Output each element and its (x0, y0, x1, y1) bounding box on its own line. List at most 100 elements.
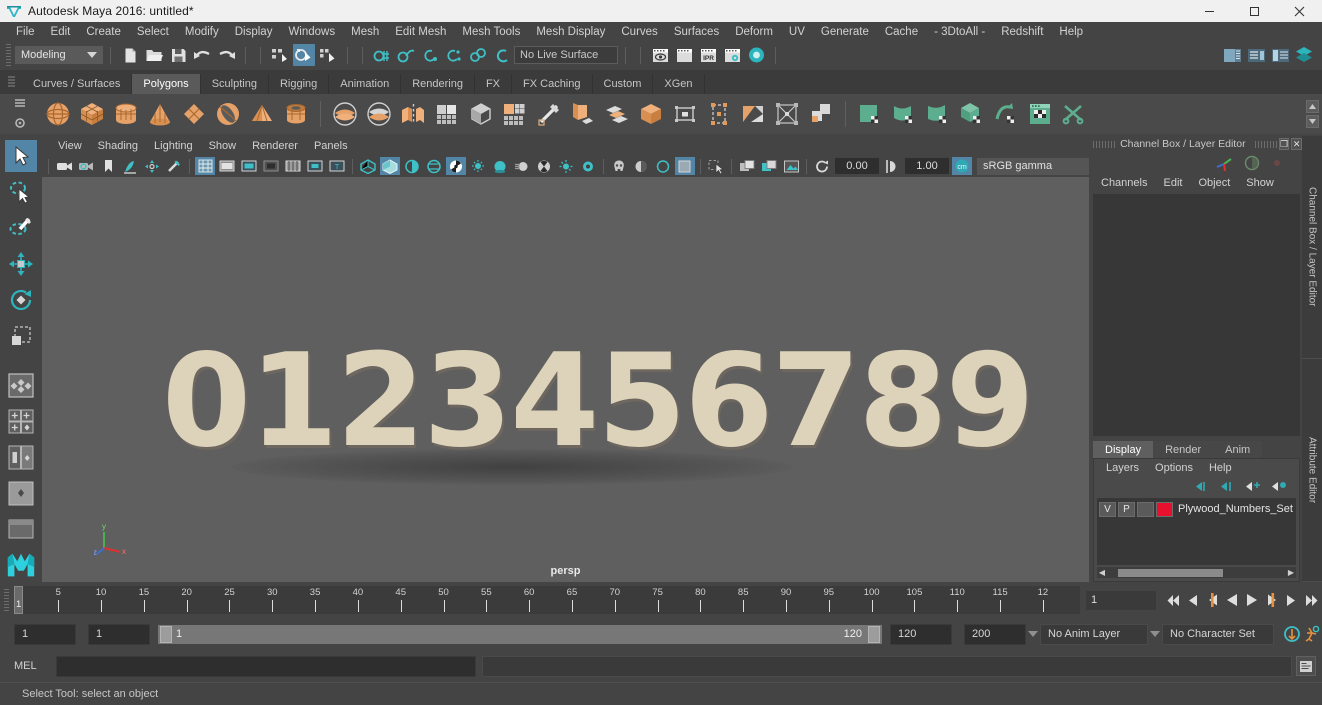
select-by-component-type-icon[interactable] (317, 44, 339, 66)
poly-torus-icon[interactable] (212, 98, 244, 130)
multisample-icon[interactable] (534, 157, 554, 175)
tab-sculpting[interactable]: Sculpting (200, 74, 269, 94)
range-start-handle[interactable] (160, 625, 172, 643)
hypershade-persp-layout[interactable] (5, 514, 37, 546)
redo-icon[interactable] (215, 44, 237, 66)
select-by-hierarchy-icon[interactable] (269, 44, 291, 66)
combine-icon[interactable] (397, 98, 429, 130)
axis-triad-icon[interactable] (1214, 154, 1234, 172)
scale-tool[interactable] (5, 320, 37, 352)
tab-display-layers[interactable]: Display (1093, 441, 1154, 458)
bevel-icon[interactable] (635, 98, 667, 130)
hypershade-icon[interactable] (745, 44, 767, 66)
wireframe-icon[interactable] (358, 157, 378, 175)
command-input[interactable] (56, 655, 476, 677)
select-camera-icon[interactable] (54, 157, 74, 175)
motion-blur-icon[interactable] (512, 157, 532, 175)
poly-plane-icon[interactable] (178, 98, 210, 130)
viewport-copy-icon[interactable] (759, 157, 779, 175)
make-live-icon[interactable] (491, 44, 513, 66)
snap-to-grid-icon[interactable] (371, 44, 393, 66)
viewport-snapshot-icon[interactable] (781, 157, 801, 175)
snap-to-curve-icon[interactable] (395, 44, 417, 66)
menu-help[interactable]: Help (1051, 23, 1091, 41)
menu-mesh-tools[interactable]: Mesh Tools (454, 23, 528, 41)
layer-playback-toggle[interactable]: P (1118, 501, 1135, 517)
poly-sphere-icon[interactable] (42, 98, 74, 130)
close-panel-button[interactable]: ✕ (1291, 138, 1302, 150)
move-tool[interactable] (5, 248, 37, 280)
menu-curves[interactable]: Curves (613, 23, 665, 41)
tab-anim-layers[interactable]: Anim (1213, 441, 1263, 458)
shelf-menu-icon[interactable] (14, 98, 26, 108)
undo-icon[interactable] (191, 44, 213, 66)
go-to-start-icon[interactable] (1162, 589, 1182, 611)
scroll-left-arrow-icon[interactable]: ◀ (1097, 568, 1107, 577)
tab-polygons[interactable]: Polygons (132, 74, 201, 94)
tab-curves-surfaces[interactable]: Curves / Surfaces (22, 74, 133, 94)
step-forward-key-icon[interactable] (1282, 589, 1302, 611)
current-frame-field[interactable]: 1 (1086, 590, 1156, 610)
menu-create[interactable]: Create (78, 23, 129, 41)
layer-shading-toggle[interactable] (1137, 501, 1154, 517)
sidetab-attribute-editor[interactable]: Attribute Editor (1302, 359, 1322, 582)
viewport-menu-lighting[interactable]: Lighting (146, 138, 201, 154)
tab-rigging[interactable]: Rigging (268, 74, 330, 94)
create-new-layer-icon[interactable] (1245, 480, 1261, 493)
live-surface-field[interactable]: No Live Surface (514, 46, 618, 64)
snap-to-projected-center-icon[interactable] (443, 44, 465, 66)
menu-edit[interactable]: Edit (43, 23, 79, 41)
panel-grip-right[interactable] (1254, 140, 1277, 148)
boolean-union-icon[interactable] (329, 98, 361, 130)
open-scene-icon[interactable] (143, 44, 165, 66)
color-management-icon[interactable]: cm (952, 157, 972, 175)
shaded-wireframe-icon[interactable] (402, 157, 422, 175)
screen-space-ao-icon[interactable] (490, 157, 510, 175)
channels-menu[interactable]: Channels (1093, 177, 1155, 189)
bridge-icon[interactable] (669, 98, 701, 130)
channel-object-menu[interactable]: Object (1190, 177, 1238, 189)
viewport-menu-shading[interactable]: Shading (90, 138, 146, 154)
menu-edit-mesh[interactable]: Edit Mesh (387, 23, 454, 41)
perspective-viewport[interactable]: 0 1 2 3 4 5 6 7 8 9 y x z persp (42, 177, 1089, 582)
2d-pan-zoom-icon[interactable] (142, 157, 162, 175)
scrollbar-thumb[interactable] (1118, 568, 1223, 577)
tab-fx-caching[interactable]: FX Caching (512, 74, 593, 94)
shelf-scroll-up-button[interactable] (1306, 100, 1319, 113)
xray-active-components-icon[interactable] (653, 157, 673, 175)
smooth-shade-icon[interactable] (380, 157, 400, 175)
channel-box-list[interactable] (1093, 194, 1300, 436)
statusbar-grip[interactable] (4, 44, 13, 66)
uv-unfold-icon[interactable] (990, 98, 1022, 130)
menu-uv[interactable]: UV (781, 23, 813, 41)
animation-end-time-field[interactable]: 200 (964, 623, 1026, 645)
shelf-grip[interactable] (0, 70, 22, 94)
time-slider[interactable]: 1 5 10 15 20 25 30 35 40 45 50 55 60 65 70 75 80 85 90 95 1… (14, 586, 1080, 614)
four-view-layout[interactable] (5, 370, 37, 402)
use-default-light-icon[interactable] (446, 157, 466, 175)
layer-visibility-toggle[interactable]: V (1099, 501, 1116, 517)
isolate-select-icon[interactable] (578, 157, 598, 175)
anim-layer-selector[interactable]: No Anim Layer (1040, 623, 1148, 645)
viewport-menu-panels[interactable]: Panels (306, 138, 356, 154)
range-end-handle[interactable] (868, 625, 880, 643)
menu-select[interactable]: Select (129, 23, 177, 41)
minimize-button[interactable] (1187, 0, 1232, 22)
tool-settings-icon[interactable] (1269, 44, 1291, 66)
snap-to-point-icon[interactable] (419, 44, 441, 66)
tab-custom[interactable]: Custom (592, 74, 654, 94)
go-to-end-icon[interactable] (1302, 589, 1322, 611)
move-layer-down-icon[interactable] (1220, 480, 1235, 493)
poly-cube-icon[interactable] (76, 98, 108, 130)
menu-modify[interactable]: Modify (177, 23, 227, 41)
scene-plywood-numbers[interactable]: 0 1 2 3 4 5 6 7 8 9 (162, 327, 1035, 476)
rotate-tool[interactable] (5, 284, 37, 316)
menu-deform[interactable]: Deform (727, 23, 781, 41)
poly-cylinder-icon[interactable] (110, 98, 142, 130)
safe-title-icon[interactable]: T (327, 157, 347, 175)
layer-row[interactable]: V P Plywood_Numbers_Set (1099, 501, 1294, 517)
move-layer-up-icon[interactable] (1195, 480, 1210, 493)
menu-cache[interactable]: Cache (877, 23, 926, 41)
character-set-selector[interactable]: No Character Set (1162, 623, 1274, 645)
step-forward-frame-icon[interactable] (1262, 589, 1282, 611)
